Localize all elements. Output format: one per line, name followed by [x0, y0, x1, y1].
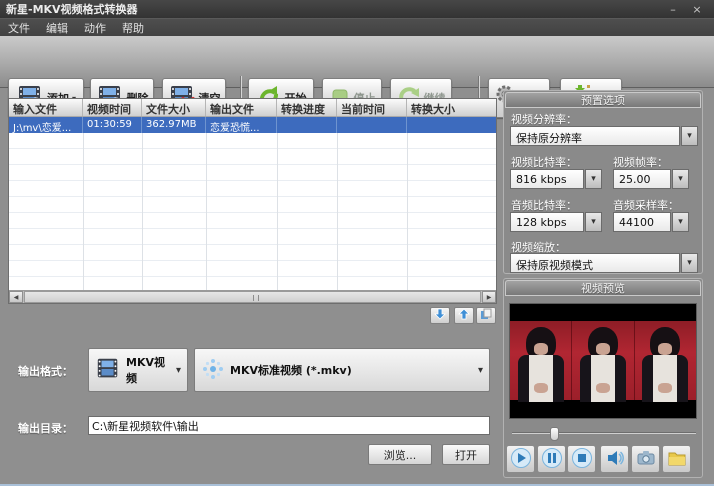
close-button[interactable]: ×: [690, 3, 704, 16]
stop-playback-button[interactable]: [567, 445, 596, 473]
file-list-empty-area: [9, 133, 496, 290]
scroll-right-icon[interactable]: ▶: [482, 291, 496, 303]
minimize-button[interactable]: –: [666, 3, 680, 16]
video-preview-frame: [509, 303, 697, 419]
toolbar: 添加 ▾ 删除 清空 开始 停止: [0, 36, 714, 120]
col-progress[interactable]: 转换进度: [277, 99, 337, 116]
chevron-down-icon[interactable]: ▾: [585, 212, 602, 232]
chevron-down-icon[interactable]: ▾: [681, 126, 698, 146]
slider-track: [512, 432, 696, 434]
cell-current-time: [337, 117, 407, 133]
volume-button[interactable]: [600, 445, 629, 473]
cell-duration: 01:30:59: [83, 117, 142, 133]
sample-rate-value: 44100: [613, 212, 671, 232]
cell-output: 恋爱恐慌...: [206, 117, 277, 133]
sample-rate-dropdown[interactable]: 44100 ▾: [613, 212, 689, 232]
titlebar: 新星-MKV视频格式转换器 – ×: [0, 0, 714, 18]
framerate-value: 25.00: [613, 169, 671, 189]
cell-converted-size: [407, 117, 496, 133]
col-duration[interactable]: 视频时间: [83, 99, 142, 116]
chevron-down-icon: ▾: [477, 364, 483, 376]
folder-icon: [666, 447, 688, 472]
scale-value: 保持原视频模式: [510, 253, 680, 273]
scrollbar-thumb[interactable]: [24, 291, 481, 303]
film-icon: [95, 356, 121, 385]
file-list-header: 输入文件 视频时间 文件大小 输出文件 转换进度 当前时间 转换大小: [9, 99, 496, 117]
window-title: 新星-MKV视频格式转换器: [6, 3, 138, 16]
video-frame-content: [510, 321, 696, 402]
menu-action[interactable]: 动作: [84, 20, 106, 36]
open-folder-button[interactable]: [662, 445, 691, 473]
resolution-dropdown[interactable]: 保持原分辨率 ▾: [510, 126, 698, 146]
audio-bitrate-label: 音频比特率：: [511, 199, 577, 212]
preview-panel-header: 视频预览: [505, 280, 701, 296]
file-list: 输入文件 视频时间 文件大小 输出文件 转换进度 当前时间 转换大小 J:\mv…: [8, 98, 497, 304]
audio-bitrate-dropdown[interactable]: 128 kbps ▾: [510, 212, 602, 232]
pause-button[interactable]: [537, 445, 566, 473]
preset-panel: 预置选项 视频分辨率： 保持原分辨率 ▾ 视频比特率： 视频帧率： 816 kb…: [503, 90, 703, 274]
cell-progress: [277, 117, 337, 133]
arrow-down-icon: [434, 308, 446, 323]
preset-panel-header: 预置选项: [505, 92, 701, 108]
camera-icon: [635, 447, 657, 472]
cell-input: J:\mv\恋爱...: [9, 117, 83, 133]
app-window: 新星-MKV视频格式转换器 – × 文件 编辑 动作 帮助 添加 ▾ 删除: [0, 0, 714, 486]
mkv-profile-icon: [201, 357, 225, 384]
col-current-time[interactable]: 当前时间: [337, 99, 407, 116]
col-file-size[interactable]: 文件大小: [142, 99, 206, 116]
snapshot-button[interactable]: [631, 445, 660, 473]
pause-icon: [541, 447, 563, 472]
col-converted-size[interactable]: 转换大小: [407, 99, 496, 116]
table-row-selected[interactable]: J:\mv\恋爱... 01:30:59 362.97MB 恋爱恐慌...: [9, 117, 496, 133]
audio-bitrate-value: 128 kbps: [510, 212, 584, 232]
video-bitrate-dropdown[interactable]: 816 kbps ▾: [510, 169, 602, 189]
format-dropdown[interactable]: MKV视频 ▾: [88, 348, 188, 392]
chevron-down-icon[interactable]: ▾: [585, 169, 602, 189]
cell-size: 362.97MB: [142, 117, 206, 133]
chevron-down-icon[interactable]: ▾: [681, 253, 698, 273]
seek-slider[interactable]: [512, 427, 696, 441]
speaker-icon: [604, 447, 626, 472]
col-input-file[interactable]: 输入文件: [9, 99, 83, 116]
video-bitrate-value: 816 kbps: [510, 169, 584, 189]
menu-help[interactable]: 帮助: [122, 20, 144, 36]
move-up-button[interactable]: [454, 307, 474, 324]
profile-value: MKV标准视频 (*.mkv): [230, 364, 352, 377]
play-button[interactable]: [506, 445, 535, 473]
chevron-down-icon[interactable]: ▾: [672, 212, 689, 232]
resolution-value: 保持原分辨率: [510, 126, 680, 146]
profile-dropdown[interactable]: MKV标准视频 (*.mkv) ▾: [194, 348, 490, 392]
slider-thumb[interactable]: [550, 427, 559, 441]
preview-panel: 视频预览: [503, 278, 703, 478]
menu-edit[interactable]: 编辑: [46, 20, 68, 36]
video-bitrate-label: 视频比特率：: [511, 156, 577, 169]
pages-icon: [480, 308, 492, 323]
scroll-left-icon[interactable]: ◀: [9, 291, 23, 303]
framerate-dropdown[interactable]: 25.00 ▾: [613, 169, 689, 189]
open-button[interactable]: 打开: [442, 444, 490, 465]
menubar: 文件 编辑 动作 帮助: [0, 18, 714, 36]
move-top-button[interactable]: [476, 307, 496, 324]
scale-dropdown[interactable]: 保持原视频模式 ▾: [510, 253, 698, 273]
framerate-label: 视频帧率：: [613, 156, 668, 169]
chevron-down-icon[interactable]: ▾: [672, 169, 689, 189]
resolution-label: 视频分辨率：: [511, 113, 577, 126]
stop-playback-icon: [571, 447, 593, 472]
menu-file[interactable]: 文件: [8, 20, 30, 36]
arrow-up-icon: [458, 308, 470, 323]
col-output-file[interactable]: 输出文件: [206, 99, 277, 116]
sample-rate-label: 音频采样率：: [613, 199, 679, 212]
output-dir-label: 输出目录：: [18, 422, 73, 435]
horizontal-scrollbar[interactable]: ◀ ▶: [9, 290, 496, 303]
format-value: MKV视频: [126, 356, 165, 385]
browse-button[interactable]: 浏览...: [368, 444, 432, 465]
output-format-label: 输出格式：: [18, 365, 73, 378]
move-down-button[interactable]: [430, 307, 450, 324]
play-icon: [510, 447, 532, 472]
output-dir-input[interactable]: [88, 416, 490, 435]
chevron-down-icon: ▾: [175, 364, 181, 376]
